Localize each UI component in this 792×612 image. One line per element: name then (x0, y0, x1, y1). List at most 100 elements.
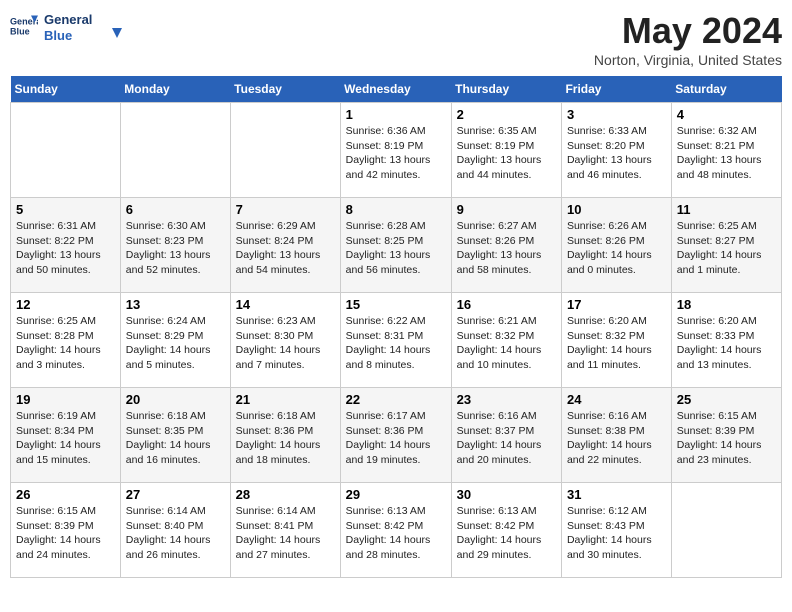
day-number: 12 (16, 297, 115, 312)
header-thursday: Thursday (451, 76, 561, 103)
page-header: General Blue General Blue May 2024 Norto… (10, 10, 782, 68)
day-info: Sunrise: 6:29 AMSunset: 8:24 PMDaylight:… (236, 219, 335, 278)
day-number: 1 (346, 107, 446, 122)
day-cell: 25 Sunrise: 6:15 AMSunset: 8:39 PMDayligh… (671, 388, 781, 483)
day-cell: 16Sunrise: 6:21 AMSunset: 8:32 PMDayligh… (451, 293, 561, 388)
day-info: Sunrise: 6:24 AMSunset: 8:29 PMDaylight:… (126, 314, 225, 373)
day-info: Sunrise: 6:30 AMSunset: 8:23 PMDaylight:… (126, 219, 225, 278)
day-cell: 22 Sunrise: 6:17 AMSunset: 8:36 PMDayligh… (340, 388, 451, 483)
day-number: 21 (236, 392, 335, 407)
day-cell: 23Sunrise: 6:16 AMSunset: 8:37 PMDayligh… (451, 388, 561, 483)
day-number: 16 (457, 297, 556, 312)
day-cell: 19 Sunrise: 6:19 AMSunset: 8:34 PMDayligh… (11, 388, 121, 483)
day-cell: 11 Sunrise: 6:25 AMSunset: 8:27 PMDayligh… (671, 198, 781, 293)
day-cell: 18 Sunrise: 6:20 AMSunset: 8:33 PMDayligh… (671, 293, 781, 388)
day-info: Sunrise: 6:18 AMSunset: 8:36 PMDaylight:… (236, 409, 335, 468)
day-number: 23 (457, 392, 556, 407)
svg-text:Blue: Blue (10, 26, 30, 36)
day-number: 26 (16, 487, 115, 502)
day-number: 27 (126, 487, 225, 502)
day-cell (11, 103, 121, 198)
day-info: Sunrise: 6:15 AMSunset: 8:39 PMDaylight:… (677, 409, 776, 468)
svg-text:Blue: Blue (44, 28, 72, 43)
day-info: Sunrise: 6:19 AMSunset: 8:34 PMDaylight:… (16, 409, 115, 468)
day-info: Sunrise: 6:35 AMSunset: 8:19 PMDaylight:… (457, 124, 556, 183)
day-info: Sunrise: 6:32 AMSunset: 8:21 PMDaylight:… (677, 124, 776, 183)
day-number: 8 (346, 202, 446, 217)
day-cell: 12Sunrise: 6:25 AMSunset: 8:28 PMDayligh… (11, 293, 121, 388)
day-number: 22 (346, 392, 446, 407)
day-info: Sunrise: 6:27 AMSunset: 8:26 PMDaylight:… (457, 219, 556, 278)
day-number: 15 (346, 297, 446, 312)
day-cell: 26 Sunrise: 6:15 AMSunset: 8:39 PMDayligh… (11, 483, 121, 578)
day-number: 29 (346, 487, 446, 502)
day-info: Sunrise: 6:18 AMSunset: 8:35 PMDaylight:… (126, 409, 225, 468)
title-block: May 2024 Norton, Virginia, United States (594, 10, 782, 68)
header-saturday: Saturday (671, 76, 781, 103)
day-cell: 21 Sunrise: 6:18 AMSunset: 8:36 PMDayligh… (230, 388, 340, 483)
day-cell: 20 Sunrise: 6:18 AMSunset: 8:35 PMDayligh… (120, 388, 230, 483)
week-row-4: 19 Sunrise: 6:19 AMSunset: 8:34 PMDayligh… (11, 388, 782, 483)
day-info: Sunrise: 6:23 AMSunset: 8:30 PMDaylight:… (236, 314, 335, 373)
day-number: 30 (457, 487, 556, 502)
day-info: Sunrise: 6:12 AMSunset: 8:43 PMDaylight:… (567, 504, 666, 563)
day-info: Sunrise: 6:36 AMSunset: 8:19 PMDaylight:… (346, 124, 446, 183)
logo-icon: General Blue (10, 12, 38, 40)
day-cell: 2 Sunrise: 6:35 AMSunset: 8:19 PMDaylight… (451, 103, 561, 198)
day-cell: 30 Sunrise: 6:13 AMSunset: 8:42 PMDayligh… (451, 483, 561, 578)
header-monday: Monday (120, 76, 230, 103)
day-number: 13 (126, 297, 225, 312)
header-row: SundayMondayTuesdayWednesdayThursdayFrid… (11, 76, 782, 103)
day-cell: 1 Sunrise: 6:36 AMSunset: 8:19 PMDaylight… (340, 103, 451, 198)
day-number: 20 (126, 392, 225, 407)
day-cell: 9 Sunrise: 6:27 AMSunset: 8:26 PMDaylight… (451, 198, 561, 293)
calendar-table: SundayMondayTuesdayWednesdayThursdayFrid… (10, 76, 782, 578)
day-number: 18 (677, 297, 776, 312)
header-sunday: Sunday (11, 76, 121, 103)
header-wednesday: Wednesday (340, 76, 451, 103)
week-row-2: 5Sunrise: 6:31 AMSunset: 8:22 PMDaylight… (11, 198, 782, 293)
day-number: 24 (567, 392, 666, 407)
month-title: May 2024 (594, 10, 782, 52)
day-cell: 27 Sunrise: 6:14 AMSunset: 8:40 PMDayligh… (120, 483, 230, 578)
day-info: Sunrise: 6:15 AMSunset: 8:39 PMDaylight:… (16, 504, 115, 563)
day-info: Sunrise: 6:31 AMSunset: 8:22 PMDaylight:… (16, 219, 115, 278)
week-row-5: 26 Sunrise: 6:15 AMSunset: 8:39 PMDayligh… (11, 483, 782, 578)
day-info: Sunrise: 6:13 AMSunset: 8:42 PMDaylight:… (457, 504, 556, 563)
day-info: Sunrise: 6:17 AMSunset: 8:36 PMDaylight:… (346, 409, 446, 468)
day-info: Sunrise: 6:28 AMSunset: 8:25 PMDaylight:… (346, 219, 446, 278)
day-info: Sunrise: 6:20 AMSunset: 8:32 PMDaylight:… (567, 314, 666, 373)
day-info: Sunrise: 6:14 AMSunset: 8:41 PMDaylight:… (236, 504, 335, 563)
day-number: 11 (677, 202, 776, 217)
day-number: 2 (457, 107, 556, 122)
day-number: 25 (677, 392, 776, 407)
week-row-3: 12Sunrise: 6:25 AMSunset: 8:28 PMDayligh… (11, 293, 782, 388)
day-info: Sunrise: 6:25 AMSunset: 8:27 PMDaylight:… (677, 219, 776, 278)
day-number: 7 (236, 202, 335, 217)
week-row-1: 1 Sunrise: 6:36 AMSunset: 8:19 PMDaylight… (11, 103, 782, 198)
day-info: Sunrise: 6:20 AMSunset: 8:33 PMDaylight:… (677, 314, 776, 373)
day-info: Sunrise: 6:26 AMSunset: 8:26 PMDaylight:… (567, 219, 666, 278)
logo-text-svg: General Blue (44, 10, 124, 46)
day-info: Sunrise: 6:14 AMSunset: 8:40 PMDaylight:… (126, 504, 225, 563)
day-cell: 14 Sunrise: 6:23 AMSunset: 8:30 PMDayligh… (230, 293, 340, 388)
day-cell: 29Sunrise: 6:13 AMSunset: 8:42 PMDayligh… (340, 483, 451, 578)
day-number: 31 (567, 487, 666, 502)
location: Norton, Virginia, United States (594, 52, 782, 68)
day-cell: 7 Sunrise: 6:29 AMSunset: 8:24 PMDaylight… (230, 198, 340, 293)
day-number: 14 (236, 297, 335, 312)
day-cell: 31 Sunrise: 6:12 AMSunset: 8:43 PMDayligh… (561, 483, 671, 578)
day-cell: 8 Sunrise: 6:28 AMSunset: 8:25 PMDaylight… (340, 198, 451, 293)
svg-text:General: General (44, 12, 92, 27)
header-tuesday: Tuesday (230, 76, 340, 103)
day-cell: 15Sunrise: 6:22 AMSunset: 8:31 PMDayligh… (340, 293, 451, 388)
logo: General Blue General Blue (10, 10, 124, 46)
day-cell: 24Sunrise: 6:16 AMSunset: 8:38 PMDayligh… (561, 388, 671, 483)
day-number: 10 (567, 202, 666, 217)
day-number: 17 (567, 297, 666, 312)
day-number: 9 (457, 202, 556, 217)
day-cell (671, 483, 781, 578)
day-cell: 13 Sunrise: 6:24 AMSunset: 8:29 PMDayligh… (120, 293, 230, 388)
day-number: 19 (16, 392, 115, 407)
day-cell: 3Sunrise: 6:33 AMSunset: 8:20 PMDaylight… (561, 103, 671, 198)
